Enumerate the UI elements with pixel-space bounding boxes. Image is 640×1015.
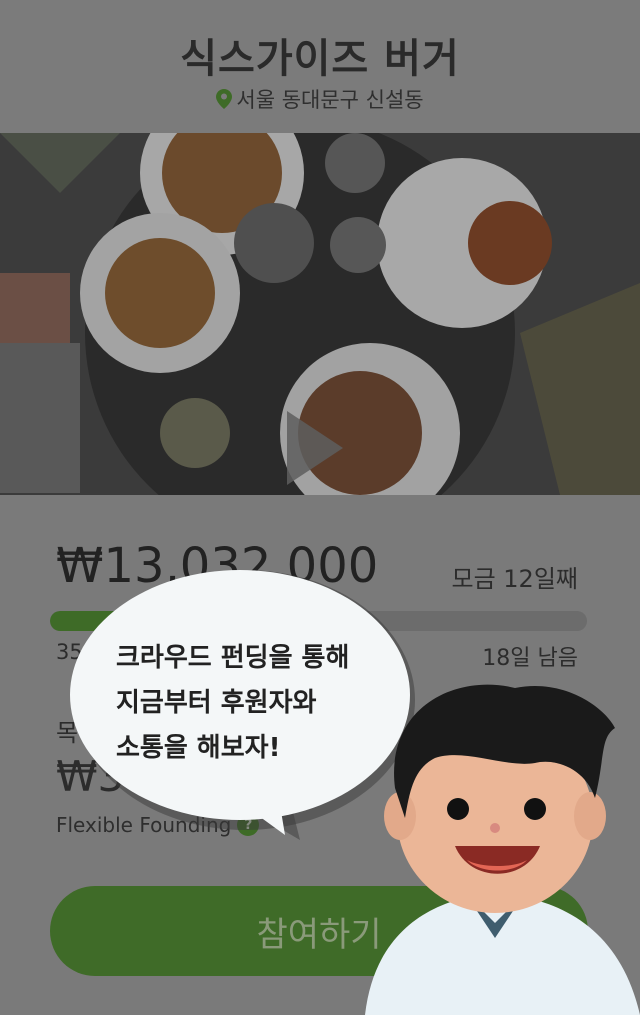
video-player[interactable] bbox=[0, 133, 640, 495]
bubble-text: 크라우드 펀딩을 통해 지금부터 후원자와 소통을 해보자! bbox=[116, 636, 349, 771]
page-title: 식스가이즈 버거 bbox=[180, 36, 460, 82]
funding-days: 모금 12일째 bbox=[451, 565, 579, 593]
bubble-line-3: 소통을 해보자! bbox=[116, 733, 281, 763]
play-icon[interactable] bbox=[287, 411, 343, 485]
location: 서울 동대문구 신설동 bbox=[0, 84, 640, 114]
header: 식스가이즈 버거 서울 동대문구 신설동 bbox=[0, 0, 640, 133]
bubble-line-2: 지금부터 후원자와 bbox=[116, 688, 317, 718]
map-pin-icon bbox=[216, 89, 233, 109]
character-illustration bbox=[365, 684, 640, 1015]
bubble-line-1: 크라우드 펀딩을 통해 bbox=[116, 643, 350, 673]
location-text: 서울 동대문구 신설동 bbox=[236, 88, 424, 112]
